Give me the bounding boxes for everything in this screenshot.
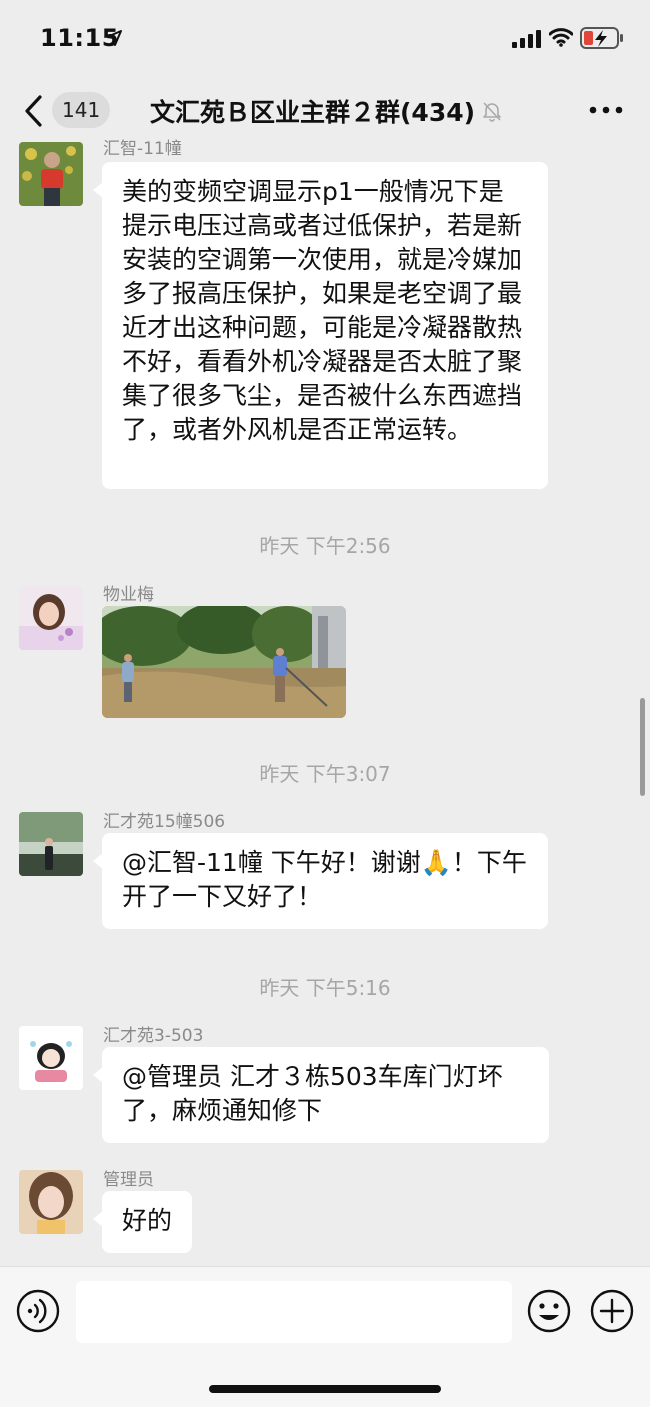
bell-slash-icon <box>483 102 501 122</box>
message-bubble[interactable]: @汇智-11幢 下午好！谢谢🙏！下午开了一下又好了！ <box>93 833 548 929</box>
message-bubble[interactable]: @管理员 汇才３栋503车库门灯坏了，麻烦通知修下 <box>93 1047 549 1143</box>
garden-workers-photo[interactable] <box>102 606 346 718</box>
chat-title: 文汇苑Ｂ区业主群２群(434) <box>150 98 476 127</box>
ellipsis-icon[interactable] <box>588 104 624 116</box>
home-indicator[interactable] <box>209 1385 441 1393</box>
battery-charging-icon <box>580 27 623 49</box>
chat-title-area[interactable]: 文汇苑Ｂ区业主群２群(434) <box>150 92 503 130</box>
sender-name: 管理员 <box>103 1170 154 1190</box>
scrollbar[interactable] <box>640 698 645 796</box>
status-bar: 11:15 <box>0 0 650 78</box>
timestamp-divider: 昨天 下午3:07 <box>259 762 391 786</box>
avatar[interactable] <box>19 586 83 650</box>
plus-circle-icon[interactable] <box>590 1289 634 1333</box>
timestamp-divider: 昨天 下午5:16 <box>259 976 391 1000</box>
sender-name: 汇才苑3-503 <box>103 1026 204 1046</box>
message-bubble[interactable]: 好的 <box>92 1191 193 1253</box>
location-arrow-icon <box>106 30 122 46</box>
cellular-signal-icon <box>512 30 541 48</box>
avatar[interactable] <box>19 1026 83 1090</box>
voice-icon[interactable] <box>16 1289 60 1333</box>
avatar[interactable] <box>19 142 83 206</box>
sender-name: 汇智-11幢 <box>103 139 182 159</box>
input-toolbar <box>0 1266 650 1407</box>
sender-name: 汇才苑15幢506 <box>103 812 226 832</box>
message-bubble[interactable]: 美的变频空调显示p1一般情况下是提示电压过高或者过低保护，若是新安装的空调第一次… <box>93 162 548 489</box>
avatar[interactable] <box>19 1170 83 1234</box>
chat-header: 141 文汇苑Ｂ区业主群２群(434) <box>0 78 650 144</box>
wifi-icon <box>549 28 573 47</box>
chevron-left-icon[interactable] <box>20 94 48 128</box>
timestamp-divider: 昨天 下午2:56 <box>259 534 391 558</box>
unread-count-badge[interactable]: 141 <box>52 92 111 128</box>
emoji-icon[interactable] <box>527 1289 571 1333</box>
sender-name: 物业梅 <box>103 585 154 605</box>
message-input[interactable] <box>76 1281 512 1343</box>
avatar[interactable] <box>19 812 83 876</box>
